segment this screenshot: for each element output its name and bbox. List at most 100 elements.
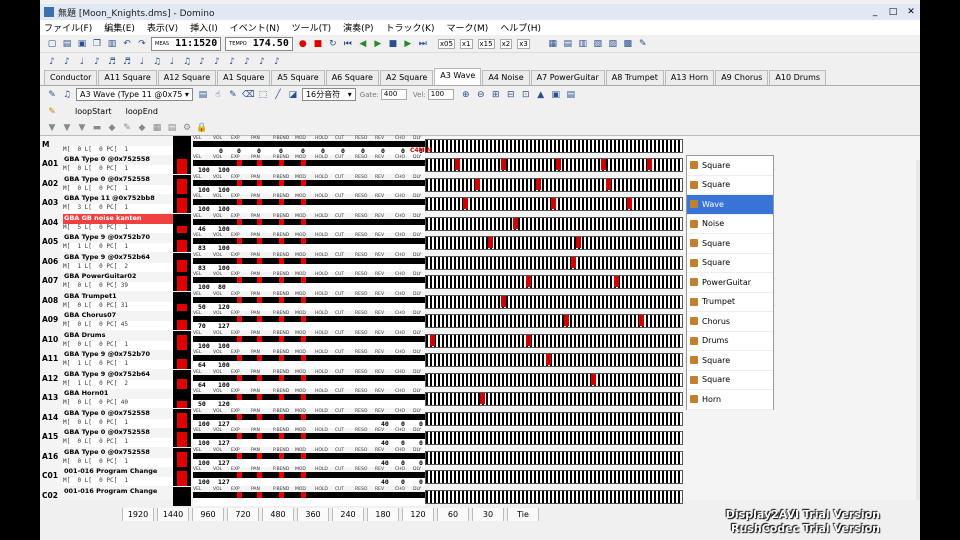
paste-icon[interactable]: ▥ (106, 38, 118, 50)
instrument-item[interactable]: Drums (687, 332, 773, 351)
menu-item[interactable]: イベント(N) (230, 21, 280, 34)
track-name[interactable]: GBA Type 11 @0x752bb8 (63, 194, 173, 204)
settings-icon[interactable]: ✎ (637, 38, 649, 50)
piano-roll-icon[interactable]: ▥ (577, 38, 589, 50)
filter-cc-icon[interactable]: ◆ (106, 122, 118, 134)
track-name[interactable]: GBA Trumpet1 (63, 292, 173, 302)
quantize-button[interactable]: 960 (192, 507, 224, 521)
filter-all-icon[interactable]: ▼ (76, 122, 88, 134)
track-piano[interactable] (425, 350, 683, 369)
instrument-item[interactable]: Noise (687, 215, 773, 234)
monitor-icon[interactable]: ▩ (622, 38, 634, 50)
dynamics-mp-icon[interactable]: ♪ (226, 56, 238, 68)
track-piano[interactable] (425, 487, 683, 506)
track-piano[interactable] (425, 467, 683, 486)
track-tab[interactable]: A13 Horn (664, 70, 715, 85)
track-tab[interactable]: Conductor (44, 70, 98, 85)
quantize-button[interactable]: 30 (472, 507, 504, 521)
grid-icon[interactable]: ▦ (547, 38, 559, 50)
quantize-button[interactable]: 480 (262, 507, 294, 521)
track-piano[interactable] (425, 272, 683, 291)
instrument-item[interactable]: Square (687, 176, 773, 195)
track-name[interactable]: 001-016 Program Change (63, 487, 173, 497)
dotted-note-icon[interactable]: ♩ (136, 56, 148, 68)
track-row[interactable]: A02 GBA Type 0 @0x752558 M[ 0 L[ 0 PC[ 1 VE… (40, 174, 920, 195)
track-row[interactable]: A11 GBA Type 9 @0x752b70 M[ 1 L[ 0 PC[ 1 VE… (40, 350, 920, 370)
track-props-icon[interactable]: ▤ (197, 89, 209, 101)
quantize-button[interactable]: 1440 (157, 507, 189, 521)
zoom-button[interactable]: x1 (459, 38, 473, 49)
menu-item[interactable]: ファイル(F) (44, 21, 92, 34)
instrument-item[interactable]: Wave (687, 195, 773, 215)
zoom-in-icon[interactable]: ⊕ (460, 89, 472, 101)
instrument-item[interactable]: Square (687, 156, 773, 176)
track-name[interactable]: GBA Type 0 @0x752558 (63, 409, 173, 419)
track-name[interactable]: GBA Horn01 (63, 389, 173, 399)
track-tab[interactable]: A12 Square (157, 70, 217, 85)
track-tab[interactable]: A8 Trumpet (605, 70, 664, 85)
filter-note-icon[interactable]: ▬ (91, 122, 103, 134)
filter-pb-icon[interactable]: ✎ (121, 122, 133, 134)
track-name[interactable]: GBA Type 0 @0x752558 (63, 448, 173, 458)
instrument-item[interactable]: Square (687, 351, 773, 371)
minimize-button[interactable]: _ (866, 7, 884, 17)
track-piano[interactable] (425, 331, 683, 350)
track-name[interactable]: GBA Type 9 @0x752b64 (63, 253, 173, 263)
filter-pc-icon[interactable]: ◆ (136, 122, 148, 134)
thirtysecond-note-icon[interactable]: ♬ (121, 56, 133, 68)
track-piano[interactable] (425, 214, 683, 233)
half-note-icon[interactable]: ♪ (61, 56, 73, 68)
zoom-out-icon[interactable]: ⊖ (475, 89, 487, 101)
track-row[interactable]: A15 GBA Type 0 @0x752558 M[ 0 L[ 0 PC[ 1 VE… (40, 428, 920, 448)
track-row[interactable]: A06 GBA Type 9 @0x752b64 M[ 1 L[ 0 PC[ 2 VE… (40, 252, 920, 273)
rest-icon[interactable]: ♩ (166, 56, 178, 68)
track-tab[interactable]: A9 Chorus (715, 70, 769, 85)
tie-icon[interactable]: ♫ (181, 56, 193, 68)
track-pencil-icon[interactable]: ✎ (46, 89, 58, 101)
quantize-button[interactable]: 120 (402, 507, 434, 521)
zoom-button[interactable]: x15 (477, 38, 495, 49)
filter-up-icon[interactable]: ▼ (61, 122, 73, 134)
track-row[interactable]: A03 GBA Type 11 @0x752bb8 M[ 3 L[ 0 PC[ 1V… (40, 194, 920, 214)
line-tool-icon[interactable]: ╱ (272, 89, 284, 101)
master-piano[interactable] (425, 136, 683, 155)
track-row[interactable]: A04 GBA GB noise kanten M[ 5 L[ 0 PC[ 1 VEL… (40, 213, 920, 234)
copy-icon[interactable]: ❐ (91, 38, 103, 50)
filter-down-icon[interactable]: ▼ (46, 122, 58, 134)
track-row[interactable]: A10 GBA Drums M[ 0 L[ 0 PC[ 1 VEL VOL EXP PAN P… (40, 330, 920, 351)
track-row[interactable]: C01 001-016 Program Change M[ 0 L[ 0 PC[ 1… (40, 467, 920, 487)
dynamics-mf-icon[interactable]: ♪ (241, 56, 253, 68)
filter-lock-icon[interactable]: 🔒 (196, 122, 208, 134)
track-tab[interactable]: A7 PowerGuitar (530, 70, 605, 85)
track-row[interactable]: A09 GBA Chorus07 M[ 0 L[ 0 PC[ 45 VEL VOL EXP… (40, 311, 920, 331)
gate-input[interactable]: 400 (380, 89, 407, 100)
track-tab[interactable]: A4 Noise (482, 70, 530, 85)
instrument-item[interactable]: Square (687, 371, 773, 390)
zoom-vertical-icon[interactable]: ⊟ (505, 89, 517, 101)
track-name[interactable]: GBA GB noise kanten (63, 213, 173, 224)
track-row[interactable]: A07 GBA PowerGuitar02 M[ 0 L[ 0 PC[ 39 VEL V… (40, 272, 920, 292)
track-tab[interactable]: A11 Square (98, 70, 157, 85)
undo-icon[interactable]: ↶ (121, 38, 133, 50)
track-name[interactable]: GBA Drums (63, 331, 173, 341)
script-icon[interactable]: ▤ (565, 89, 577, 101)
close-button[interactable]: ✕ (902, 7, 920, 17)
menu-item[interactable]: ツール(T) (292, 21, 332, 34)
note-length-select[interactable]: 16分音符 ▾ (301, 88, 356, 101)
vertical-scrollbar[interactable] (916, 160, 920, 500)
track-row[interactable]: A14 GBA Type 0 @0x752558 M[ 0 L[ 0 PC[ 1 VE… (40, 408, 920, 429)
track-name[interactable]: 001-016 Program Change (63, 467, 173, 477)
track-piano[interactable] (425, 194, 683, 213)
quantize-button[interactable]: Tie (507, 507, 539, 521)
pen-tool-icon[interactable]: ✎ (227, 89, 239, 101)
open-folder-icon[interactable]: ▤ (61, 38, 73, 50)
triplet-note-icon[interactable]: ♫ (151, 56, 163, 68)
whole-note-icon[interactable]: ♪ (46, 56, 58, 68)
track-name[interactable]: GBA Type 0 @0x752558 (63, 428, 173, 438)
to-end-icon[interactable]: ⏭ (417, 38, 429, 50)
instrument-item[interactable]: Horn (687, 390, 773, 410)
track-name[interactable]: GBA Type 9 @0x752b70 (63, 233, 173, 243)
track-select[interactable]: A3 Wave (Type 11 @0x75 ▾ (76, 88, 193, 101)
track-piano[interactable] (425, 448, 683, 467)
menu-item[interactable]: ヘルプ(H) (500, 21, 541, 34)
